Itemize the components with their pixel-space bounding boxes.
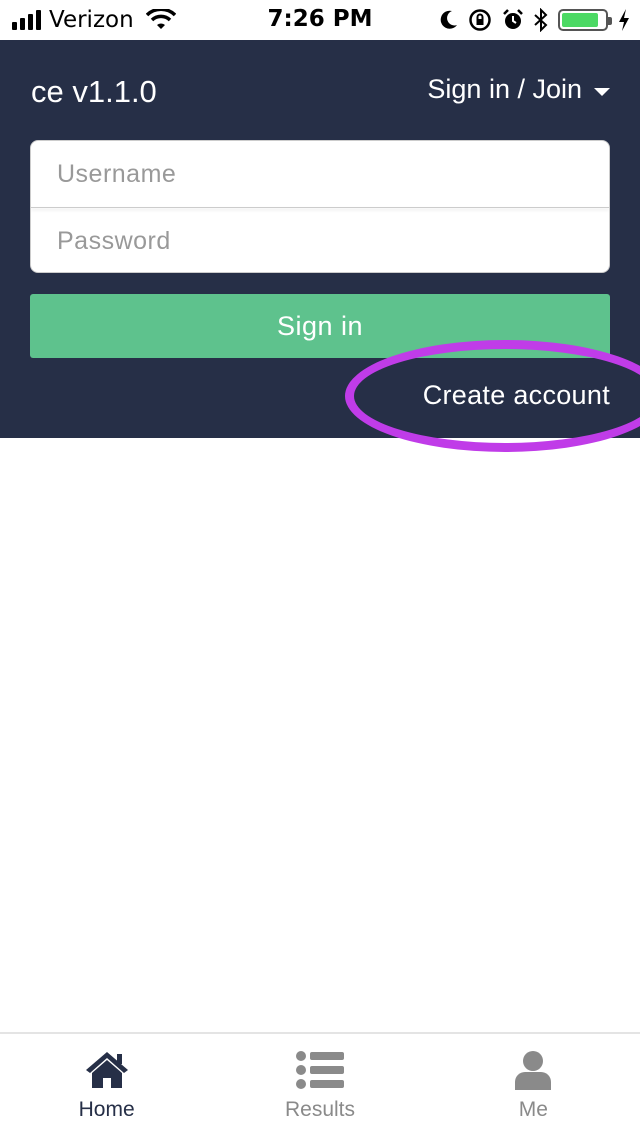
status-right <box>440 6 630 34</box>
tab-me[interactable]: Me <box>427 1034 640 1136</box>
signin-button[interactable]: Sign in <box>30 294 610 358</box>
header-panel: ce v1.1.0 Sign in / Join Sign in Create … <box>0 40 640 452</box>
alarm-icon <box>503 9 523 29</box>
password-field-wrapper <box>31 208 609 272</box>
user-icon <box>515 1051 552 1090</box>
tab-home[interactable]: Home <box>0 1034 213 1136</box>
list-icon <box>295 1051 344 1089</box>
tab-label-results: Results <box>284 1098 355 1121</box>
tab-label-home: Home <box>78 1098 135 1121</box>
account-menu-label: Sign in / Join <box>427 74 582 104</box>
tab-results[interactable]: Results <box>213 1034 426 1136</box>
rotation-lock-icon <box>469 9 491 31</box>
username-field-wrapper <box>31 141 609 207</box>
bluetooth-icon <box>534 8 548 32</box>
moon-icon <box>440 10 457 29</box>
status-bar: Verizon 7:26 PM <box>0 0 640 40</box>
home-icon <box>85 1052 128 1088</box>
password-input[interactable] <box>57 226 609 256</box>
tab-bar: Home Results Me <box>0 1032 640 1136</box>
app-title: ce v1.1.0 <box>31 74 157 109</box>
tab-label-me: Me <box>518 1098 548 1121</box>
battery-icon <box>558 9 612 31</box>
account-menu-dropdown[interactable]: Sign in / Join <box>427 74 610 105</box>
caret-down-icon <box>594 87 610 96</box>
login-form <box>30 140 610 273</box>
username-input[interactable] <box>57 159 609 189</box>
battery-fill <box>562 13 598 27</box>
charging-icon <box>619 9 629 31</box>
create-account-link[interactable]: Create account <box>423 380 610 411</box>
